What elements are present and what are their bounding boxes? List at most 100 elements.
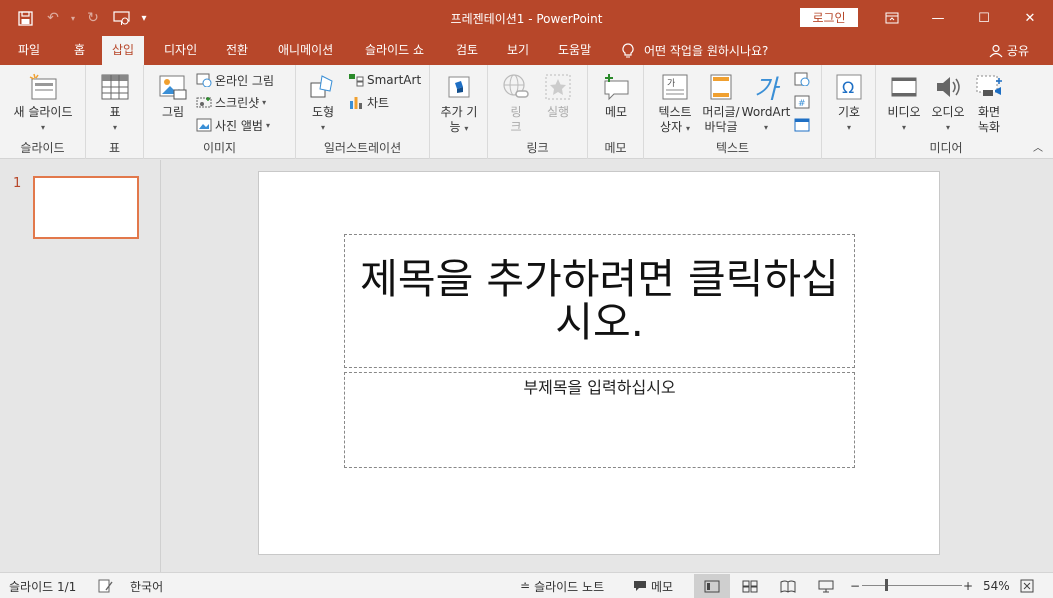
screen-recording-button[interactable]: 화면 녹화: [972, 71, 1006, 135]
comments-button[interactable]: 메모: [633, 573, 673, 598]
tab-help[interactable]: 도움말: [548, 36, 601, 65]
audio-button[interactable]: 오디오 ▾: [926, 71, 970, 135]
picture-icon: [156, 71, 190, 103]
new-slide-icon: [26, 71, 60, 103]
tab-review[interactable]: 검토: [446, 36, 488, 65]
comment-button[interactable]: 메모: [598, 71, 634, 120]
normal-view-button[interactable]: [694, 574, 730, 598]
close-icon[interactable]: ✕: [1007, 0, 1053, 36]
group-comments: 메모 메모: [588, 65, 644, 159]
spell-check-icon[interactable]: [98, 573, 114, 598]
slide-sorter-view-button[interactable]: [732, 574, 768, 598]
customize-qat-icon[interactable]: ▾: [136, 6, 152, 30]
slide-canvas[interactable]: 제목을 추가하려면 클릭하십시오. 부제목을 입력하십시오: [258, 171, 940, 555]
action-button[interactable]: 실행: [540, 71, 576, 120]
window-controls: — ☐ ✕: [869, 0, 1053, 36]
tab-view[interactable]: 보기: [497, 36, 539, 65]
svg-text:#: #: [798, 99, 806, 109]
person-icon: [989, 44, 1003, 57]
zoom-slider-thumb[interactable]: [885, 579, 889, 591]
slideshow-view-button[interactable]: [808, 574, 844, 598]
undo-icon[interactable]: ↶: [40, 6, 66, 30]
login-button[interactable]: 로그인: [800, 8, 858, 27]
save-icon[interactable]: [12, 6, 38, 30]
action-icon: [541, 71, 575, 103]
slideshow-icon: [818, 580, 834, 592]
smartart-label: SmartArt: [367, 73, 422, 87]
textbox-button[interactable]: 가 텍스트 상자 ▾: [654, 71, 696, 136]
slide-number-button[interactable]: #: [794, 92, 810, 112]
slide-number: 1: [13, 176, 22, 191]
group-addins: 추가 기 능 ▾: [430, 65, 488, 159]
zoom-slider[interactable]: [862, 585, 962, 586]
audio-label: 오디오: [931, 105, 965, 119]
tab-insert[interactable]: 삽입: [102, 36, 145, 65]
tab-animations[interactable]: 애니메이션: [268, 36, 343, 65]
notes-button[interactable]: ≐ 슬라이드 노트: [520, 573, 604, 598]
language-indicator[interactable]: 한국어: [130, 573, 163, 598]
maximize-icon[interactable]: ☐: [961, 0, 1007, 36]
symbols-label: 기호: [837, 105, 861, 119]
slide-editor: 제목을 추가하려면 클릭하십시오. 부제목을 입력하십시오: [162, 160, 1053, 572]
object-button[interactable]: [794, 115, 810, 135]
table-label: 표: [109, 105, 121, 119]
link-label-line2: 크: [510, 120, 522, 134]
tab-file[interactable]: 파일: [8, 36, 50, 65]
redo-icon[interactable]: ↻: [80, 6, 106, 30]
symbols-button[interactable]: Ω 기호 ▾: [831, 71, 867, 135]
zoom-in-button[interactable]: +: [963, 573, 973, 598]
undo-dropdown-icon[interactable]: ▾: [68, 6, 78, 30]
table-icon: [98, 71, 132, 103]
shapes-button[interactable]: 도형 ▾: [306, 71, 340, 135]
picture-button[interactable]: 그림: [156, 71, 190, 120]
header-footer-button[interactable]: 머리글/ 바닥글: [698, 71, 744, 135]
audio-dropdown-icon: ▾: [945, 123, 950, 132]
present-from-start-icon[interactable]: [108, 6, 134, 30]
video-button[interactable]: 비디오 ▾: [884, 71, 924, 135]
tab-design[interactable]: 디자인: [154, 36, 207, 65]
reading-view-button[interactable]: [770, 574, 806, 598]
share-button[interactable]: 공유: [989, 36, 1029, 65]
fit-to-window-icon[interactable]: [1020, 573, 1034, 598]
wordart-button[interactable]: 가 WordArt ▾: [742, 71, 791, 135]
screenshot-button[interactable]: 스크린샷 ▾: [196, 92, 266, 112]
tell-me-search[interactable]: 어떤 작업을 원하시나요?: [622, 36, 768, 65]
slide-thumbnail[interactable]: [33, 176, 139, 239]
ribbon-display-options-icon[interactable]: [869, 0, 915, 36]
group-label-text: 텍스트: [715, 141, 750, 155]
slide-thumbnail-pane: 1: [0, 160, 161, 572]
online-picture-button[interactable]: 온라인 그림: [196, 70, 274, 90]
subtitle-placeholder[interactable]: 부제목을 입력하십시오: [344, 372, 855, 468]
new-comment-icon: [599, 71, 633, 103]
table-button[interactable]: 표 ▾: [98, 71, 132, 135]
normal-view-icon: [704, 580, 720, 592]
smartart-button[interactable]: SmartArt: [348, 70, 421, 90]
link-button[interactable]: 링 크: [498, 71, 534, 135]
date-time-button[interactable]: [794, 69, 810, 89]
shapes-icon: [306, 71, 340, 103]
photo-album-button[interactable]: 사진 앨범 ▾: [196, 115, 270, 135]
title-placeholder[interactable]: 제목을 추가하려면 클릭하십시오.: [344, 234, 855, 368]
video-icon: [887, 71, 921, 103]
chart-button[interactable]: 차트: [348, 92, 389, 112]
group-text: 가 텍스트 상자 ▾ 머리글/ 바닥글 가 WordArt ▾ # 텍스트: [644, 65, 822, 159]
header-footer-label-line2: 바닥글: [704, 120, 738, 134]
screen-recording-label-line1: 화면: [977, 105, 1001, 119]
zoom-out-button[interactable]: −: [850, 573, 860, 598]
collapse-ribbon-icon[interactable]: ︿: [1033, 139, 1043, 154]
addins-button[interactable]: 추가 기 능 ▾: [436, 71, 482, 136]
photo-album-dropdown-icon: ▾: [265, 120, 270, 130]
zoom-level[interactable]: 54%: [983, 573, 1010, 598]
textbox-label-line2: 상자 ▾: [660, 120, 690, 134]
minimize-icon[interactable]: —: [915, 0, 961, 36]
new-slide-dropdown-icon: ▾: [40, 123, 45, 132]
addins-label-line2: 능 ▾: [449, 120, 469, 134]
store-icon: [442, 71, 476, 103]
screen-recording-label-line2: 녹화: [977, 120, 1001, 134]
tab-slideshow[interactable]: 슬라이드 쇼: [355, 36, 434, 65]
new-slide-button[interactable]: 새 슬라이드 ▾: [8, 71, 78, 135]
photo-album-icon: [196, 118, 212, 132]
tab-transitions[interactable]: 전환: [216, 36, 258, 65]
tab-home[interactable]: 홈: [64, 36, 95, 65]
chart-label: 차트: [367, 95, 390, 110]
